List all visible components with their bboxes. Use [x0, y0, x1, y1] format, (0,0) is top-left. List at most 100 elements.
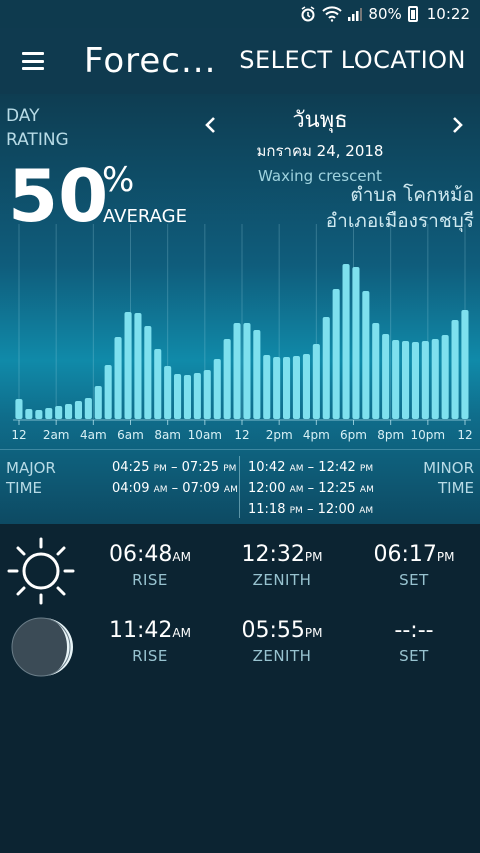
next-day-icon[interactable]: [446, 114, 468, 136]
location: ตำบล โคกหม้อ อำเภอเมืองราชบุรี: [326, 182, 474, 234]
chart-bar: [203, 370, 211, 419]
chart-bar: [402, 341, 410, 419]
select-location-button[interactable]: SELECT LOCATION: [239, 46, 466, 74]
chart-bar: [411, 342, 419, 419]
chart-bar: [183, 375, 191, 419]
chart-bar: [421, 341, 429, 419]
date-day-name: วันพุธ: [292, 108, 348, 133]
chart-tick-label: 8pm: [377, 428, 404, 442]
sun-row: 06:48AM RISE 12:32PM ZENITH 06:17PM SET: [0, 532, 480, 608]
chart-tick-label: 4am: [80, 428, 107, 442]
day-rating-label-line2: RATING: [6, 130, 69, 150]
chart-bar: [164, 366, 172, 419]
app-bar: Forec... SELECT LOCATION: [0, 28, 480, 94]
chart-divider: [0, 449, 480, 450]
chart-bar: [65, 404, 73, 419]
forecast-panel: 12 2am 4am 6am 8am 10am 12 2pm 4pm 6pm 8pm 10pm 12 D…: [0, 94, 480, 524]
chart-bar: [233, 323, 241, 419]
minor-times-list: 10:42 AM – 12:42 PM 12:00 AM – 12:25 AM …: [248, 458, 374, 521]
chart-bar: [431, 339, 439, 419]
sun-rise: 06:48AM RISE: [90, 542, 210, 589]
sun-zenith-time: 12:32: [241, 542, 305, 567]
rating-value: 50: [8, 154, 109, 238]
chart-bar: [322, 317, 330, 419]
chart-tick-label: 2pm: [266, 428, 293, 442]
chart-tick-label: 6pm: [340, 428, 367, 442]
location-line2: อำเภอเมืองราชบุรี: [325, 210, 474, 232]
chart-bar: [154, 349, 162, 419]
chart-bar: [372, 323, 380, 419]
previous-day-icon[interactable]: [200, 114, 222, 136]
menu-icon[interactable]: [22, 52, 44, 70]
moon-zenith-label: ZENITH: [252, 647, 312, 665]
sun-zenith: 12:32PM ZENITH: [222, 542, 342, 589]
day-rating-label: DAY RATING: [6, 104, 69, 152]
minor-time-label: MINOR TIME: [423, 458, 474, 498]
alarm-icon: [300, 6, 316, 22]
chart-bar: [104, 365, 112, 419]
moon-set-time: --:--: [394, 618, 434, 643]
sun-set-time: 06:17: [373, 542, 437, 567]
minor-label-line2: TIME: [437, 479, 474, 497]
rating-text: AVERAGE: [103, 206, 187, 227]
location-line1: ตำบล โคกหม้อ: [350, 184, 474, 206]
chart-tick-label: 10am: [188, 428, 222, 442]
chart-bar: [362, 291, 370, 419]
moon-row: 11:42AM RISE 05:55PM ZENITH --:-- SET: [0, 608, 480, 684]
app-title: Forec...: [84, 41, 217, 81]
chart-bar: [392, 340, 400, 419]
chart-bar: [74, 401, 82, 419]
battery-icon: [407, 6, 421, 22]
chart-bar: [451, 320, 459, 419]
major-time-row: 04:09 AM – 07:09 AM: [112, 481, 238, 496]
chart-bar: [25, 409, 33, 419]
signal-icon: [348, 7, 363, 21]
chart-tick-label: 8am: [154, 428, 181, 442]
chart-bar: [94, 386, 102, 419]
chart-bar: [15, 399, 23, 419]
major-time-row: 04:25 PM – 07:25 PM: [112, 460, 237, 475]
chart-bar: [134, 313, 142, 419]
date-full: มกราคม 24, 2018: [256, 142, 384, 160]
chart-bar: [223, 339, 231, 419]
major-label-line2: TIME: [6, 479, 43, 497]
chart-bar: [193, 373, 201, 419]
major-times-list: 04:25 PM – 07:25 PM 04:09 AM – 07:09 AM: [112, 458, 238, 500]
sun-set-label: SET: [399, 571, 429, 589]
moon-set: --:-- SET: [354, 618, 474, 665]
chart-tick-label: 6am: [117, 428, 144, 442]
chart-bar: [342, 264, 350, 419]
chart-tick-label: 4pm: [303, 428, 330, 442]
chart-bar: [114, 337, 122, 419]
minor-time-row: 12:00 AM – 12:25 AM: [248, 481, 374, 496]
chart-bar: [124, 312, 132, 419]
chart-bar: [263, 355, 271, 419]
moon-icon: [6, 612, 76, 682]
sun-set: 06:17PM SET: [354, 542, 474, 589]
status-bar: 80% 10:22: [0, 0, 480, 28]
minor-label-line1: MINOR: [423, 459, 474, 477]
day-rating-label-line1: DAY: [6, 106, 40, 126]
moon-rise-time: 11:42: [109, 618, 173, 643]
minor-time-row: 10:42 AM – 12:42 PM: [248, 460, 374, 475]
times-divider: [239, 456, 240, 518]
status-time: 10:22: [426, 5, 470, 23]
chart-bar: [45, 408, 53, 419]
chart-bar: [35, 410, 43, 419]
chart-bar: [84, 398, 92, 419]
chart-bar: [332, 289, 340, 419]
chart-bar: [283, 357, 291, 419]
chart-tick-label: 12: [11, 428, 26, 442]
chart-bar: [253, 330, 261, 419]
sun-icon: [6, 536, 76, 606]
minor-time-row: 11:18 PM – 12:00 AM: [248, 502, 374, 517]
chart-bar: [273, 357, 281, 419]
chart-bar: [243, 323, 251, 419]
major-time-label: MAJOR TIME: [6, 458, 56, 498]
chart-tick-label: 12: [234, 428, 249, 442]
moon-zenith: 05:55PM ZENITH: [222, 618, 342, 665]
chart-bar: [352, 267, 360, 419]
chart-bar: [312, 344, 320, 419]
sun-rise-label: RISE: [132, 571, 168, 589]
battery-percent: 80%: [368, 5, 402, 23]
